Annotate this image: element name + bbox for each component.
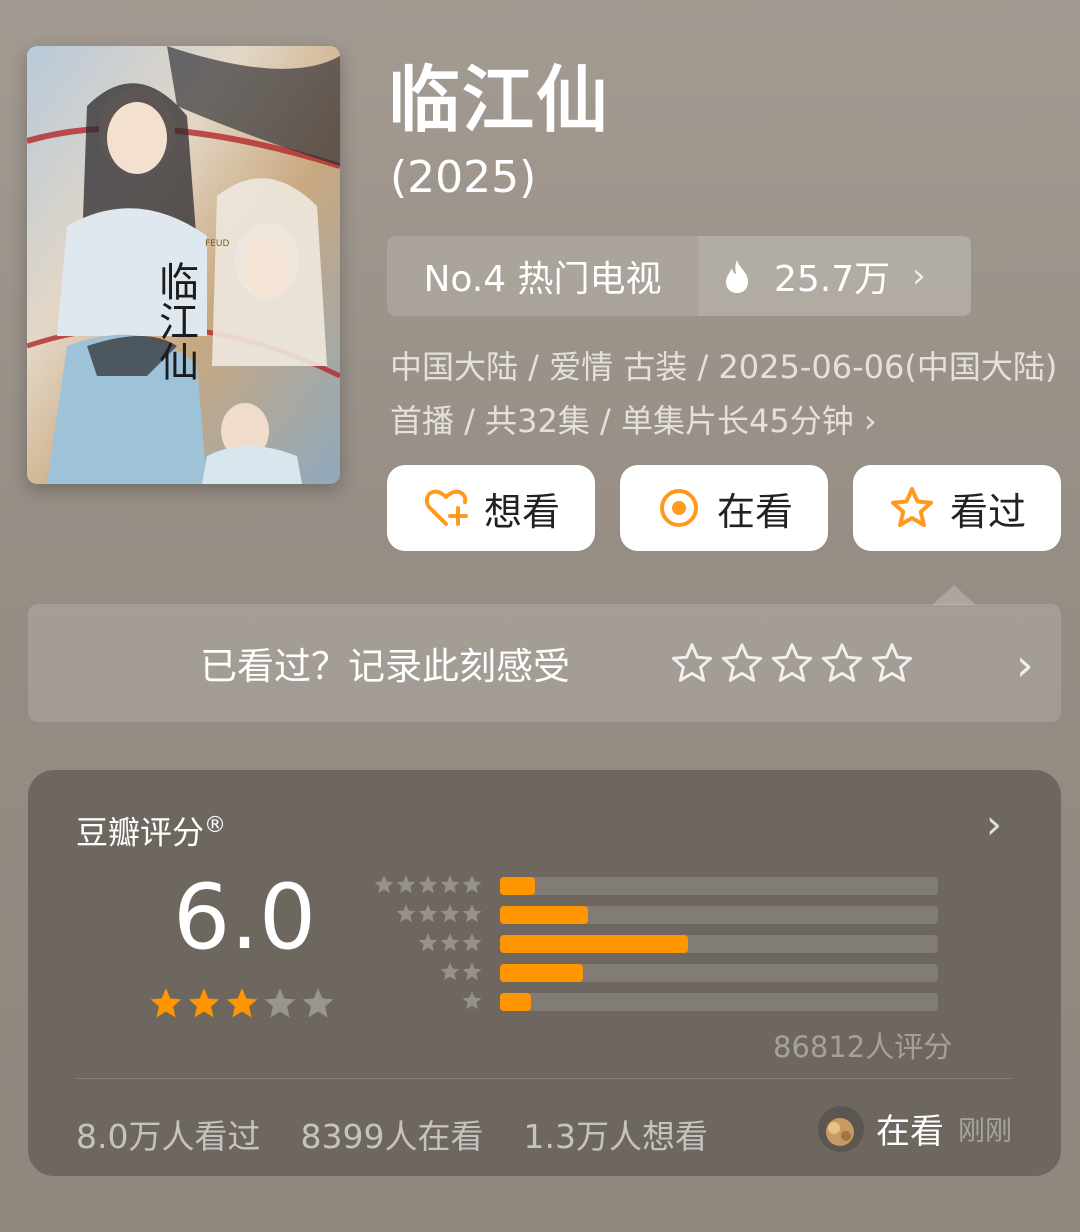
distribution-row-2-star [368,961,968,983]
small-star-icon [462,933,482,952]
star-filled-icon [226,988,258,1018]
distribution-track [500,935,938,953]
distribution-row-4-star [368,903,968,925]
distribution-row-3-star [368,932,968,954]
poster-title: 临江仙 [152,261,198,381]
small-star-icon [440,933,460,952]
heat-indicator[interactable]: 25.7万 › [698,236,971,316]
star-outline-icon [890,487,933,527]
small-star-icon [440,904,460,923]
distribution-stars-3 [417,932,483,954]
small-star-icon [374,875,394,894]
want-button[interactable]: 想看 [387,465,595,551]
chevron-right-icon: › [986,802,1002,848]
watching-count[interactable]: 8399人在看 [300,1110,483,1158]
watched-button[interactable]: 看过 [853,465,1061,551]
distribution-bar-1-star [500,993,531,1011]
record-star-5[interactable] [870,642,914,686]
rating-label-text: 豆瓣评分 [76,813,205,852]
stats-row: 8.0万人看过 8399人在看 1.3万人想看 [76,1110,708,1158]
divider [76,1078,1012,1079]
distribution-bar-5-star [500,877,536,895]
watching-label: 在看 [716,489,793,534]
popover-pointer [932,585,976,605]
distribution-row-5-star [368,874,968,896]
poster-image[interactable]: 临江仙 FEUD [27,46,340,484]
record-star-rating[interactable] [670,642,914,686]
rank-label: No.4 热门电视 [423,259,662,300]
star-empty-icon [302,988,334,1018]
friend-time: 刚刚 [958,1116,1012,1147]
rating-count: 86812人评分 [773,1030,953,1064]
distribution-row-1-star [368,990,968,1012]
want-label: 想看 [483,489,560,534]
record-star-1[interactable] [670,642,714,686]
small-star-icon [418,933,438,952]
record-star-3[interactable] [770,642,814,686]
small-star-icon [396,904,416,923]
distribution-track [500,993,938,1011]
distribution-stars-5 [373,874,483,896]
distribution-stars-4 [395,903,483,925]
small-star-icon [396,875,416,894]
score-stars [148,986,336,1022]
distribution-track [500,906,938,924]
small-star-icon [418,875,438,894]
rating-label: 豆瓣评分® [76,806,226,853]
small-star-icon [462,904,482,923]
chevron-right-icon: › [1016,640,1034,691]
watched-label: 看过 [949,489,1026,534]
show-meta[interactable]: 中国大陆 / 爱情 古装 / 2025-06-06(中国大陆)首播 / 共32集… [390,340,1070,448]
friend-activity[interactable]: 在看 刚刚 [818,1104,1012,1153]
distribution-bar-4-star [500,906,588,924]
distribution-track [500,964,938,982]
small-star-icon [462,991,482,1010]
small-star-icon [418,904,438,923]
avatar [818,1105,864,1152]
flame-icon [726,260,748,293]
watching-button[interactable]: 在看 [620,465,828,551]
rating-score: 6.0 [173,865,317,970]
small-star-icon [440,962,460,981]
heart-plus-icon [424,489,468,526]
small-star-icon [462,875,482,894]
star-filled-icon [150,988,182,1018]
star-empty-icon [264,988,296,1018]
target-icon [659,489,698,527]
distribution-bar-2-star [500,964,584,982]
registered-mark: ® [204,813,227,838]
star-filled-icon [188,988,220,1018]
record-star-4[interactable] [820,642,864,686]
small-star-icon [462,962,482,981]
record-prompt: 已看过？记录此刻感受 [200,645,570,688]
small-star-icon [440,875,460,894]
record-star-2[interactable] [720,642,764,686]
want-count[interactable]: 1.3万人想看 [523,1110,707,1158]
distribution-stars-1 [461,990,483,1012]
poster-subtitle: FEUD [205,239,229,249]
friend-status: 在看 [876,1112,944,1152]
watched-count[interactable]: 8.0万人看过 [76,1110,260,1158]
distribution-track [500,877,938,895]
douban-rating-card[interactable]: 豆瓣评分® › 6.0 86812人评分 8.0万人看过 8399人在看 1.3… [28,770,1061,1176]
record-panel[interactable]: 已看过？记录此刻感受 › [28,604,1061,722]
distribution-stars-2 [439,961,483,983]
show-year: (2025) [390,152,537,203]
heat-value: 25.7万 [774,259,891,300]
show-title: 临江仙 [388,58,611,142]
chevron-right-icon: › [912,256,926,296]
ranking-bar[interactable]: No.4 热门电视 25.7万 › [387,236,971,316]
distribution-bar-3-star [500,935,689,953]
